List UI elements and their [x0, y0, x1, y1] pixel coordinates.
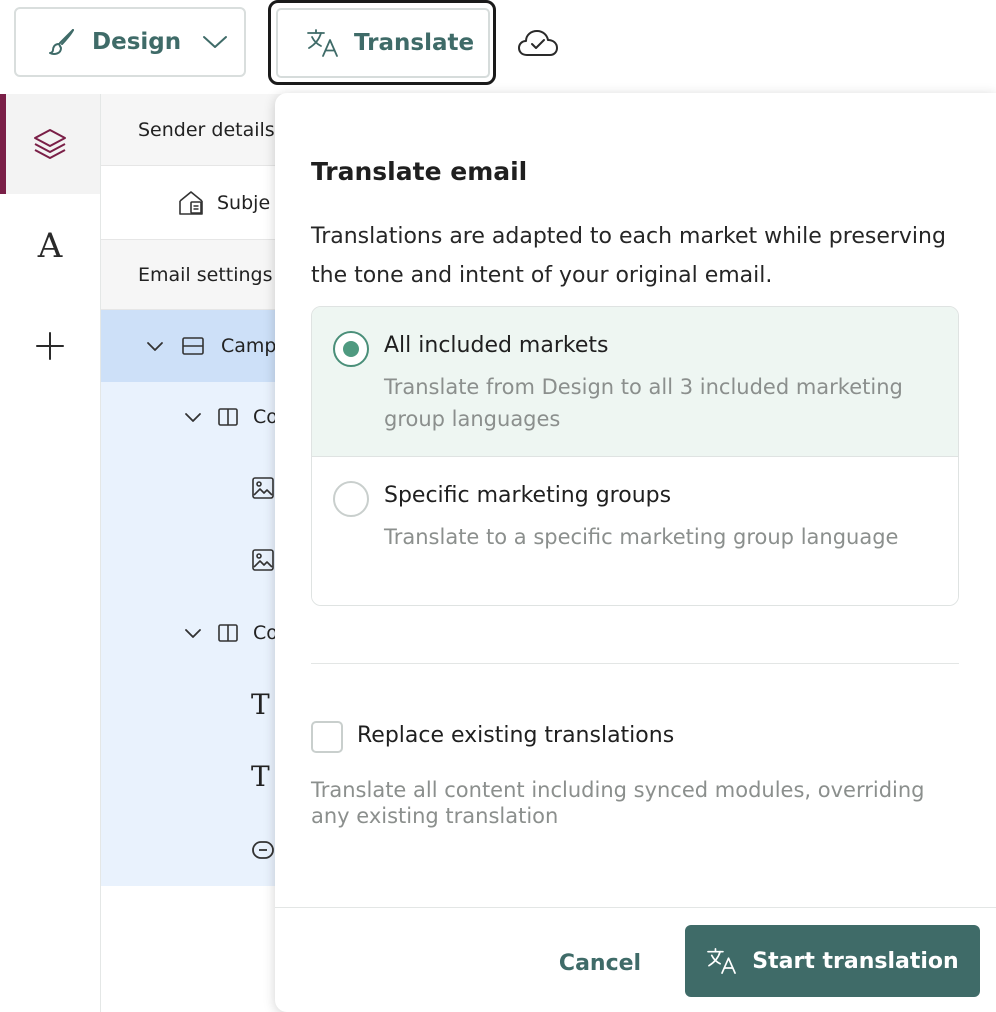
option-subtitle: Translate from Design to all 3 included …: [384, 375, 903, 431]
replace-translations-checkbox[interactable]: [311, 721, 343, 753]
layers-icon: [34, 129, 66, 159]
replace-translations-label[interactable]: Replace existing translations: [357, 723, 674, 748]
translate-label: Translate: [354, 30, 475, 56]
translate-button[interactable]: Translate: [276, 8, 490, 78]
translation-scope-options: All included markets Translate from Desi…: [311, 306, 959, 606]
section-icon: [182, 337, 204, 355]
rail-item-layers[interactable]: [0, 94, 100, 194]
translate-icon: [307, 29, 338, 57]
dialog-description: Translations are adapted to each market …: [311, 224, 946, 288]
tree-row-button[interactable]: [251, 838, 275, 862]
cloud-save-status-button[interactable]: [516, 24, 560, 64]
translate-email-dialog: Translate email Translations are adapted…: [275, 93, 996, 1012]
divider: [311, 663, 959, 664]
tree-row-column-1[interactable]: Co: [183, 406, 278, 428]
email-settings-label: Email settings: [138, 263, 273, 286]
start-translation-label: Start translation: [752, 948, 959, 974]
button-block-icon: [252, 841, 274, 859]
chevron-down-icon: [203, 36, 228, 48]
text-icon: T: [251, 688, 270, 721]
campaign-label: Camp: [221, 335, 277, 357]
paintbrush-icon: [49, 29, 74, 55]
rail-item-add[interactable]: [0, 296, 100, 396]
text-icon: T: [251, 760, 270, 793]
chevron-down-icon: [185, 413, 201, 422]
sender-details-label: Sender details: [138, 118, 275, 141]
top-toolbar: Design Translate: [0, 0, 996, 92]
envelope-icon: [179, 190, 203, 215]
option-specific-marketing-groups[interactable]: Specific marketing groups Translate to a…: [312, 457, 958, 605]
rail-item-typography[interactable]: A: [0, 196, 100, 296]
tree-row-column-2[interactable]: Co: [183, 622, 278, 644]
tree-row-image-2[interactable]: [251, 548, 275, 572]
translate-icon: [707, 948, 737, 974]
chevron-down-icon: [147, 342, 163, 351]
option-all-included-markets[interactable]: All included markets Translate from Desi…: [312, 307, 958, 457]
add-icon: [36, 332, 64, 360]
typography-icon: A: [37, 226, 63, 266]
left-rail: A: [0, 94, 101, 1012]
subject-label: Subje: [217, 191, 271, 214]
option-title: All included markets: [384, 333, 609, 358]
radio-all-included-markets[interactable]: [333, 331, 369, 367]
radio-specific-marketing-groups[interactable]: [333, 481, 369, 517]
chevron-down-icon: [185, 629, 201, 638]
start-translation-button[interactable]: Start translation: [685, 925, 980, 997]
tree-row-text-2[interactable]: T: [251, 760, 270, 793]
cloud-check-icon: [518, 30, 558, 56]
replace-translations-help: Translate all content including synced m…: [311, 778, 925, 828]
option-subtitle: Translate to a specific marketing group …: [384, 525, 899, 549]
design-dropdown-button[interactable]: Design: [14, 7, 246, 77]
columns-icon: [218, 624, 238, 642]
tree-row-image-1[interactable]: [251, 476, 275, 500]
cancel-button[interactable]: Cancel: [545, 928, 655, 998]
option-title: Specific marketing groups: [384, 483, 672, 508]
image-icon: [252, 477, 274, 499]
dialog-title: Translate email: [311, 157, 528, 186]
dialog-footer: Cancel Start translation: [275, 907, 996, 1012]
tree-row-text-1[interactable]: T: [251, 688, 270, 721]
image-icon: [252, 549, 274, 571]
columns-icon: [218, 408, 238, 426]
design-label: Design: [92, 29, 182, 55]
